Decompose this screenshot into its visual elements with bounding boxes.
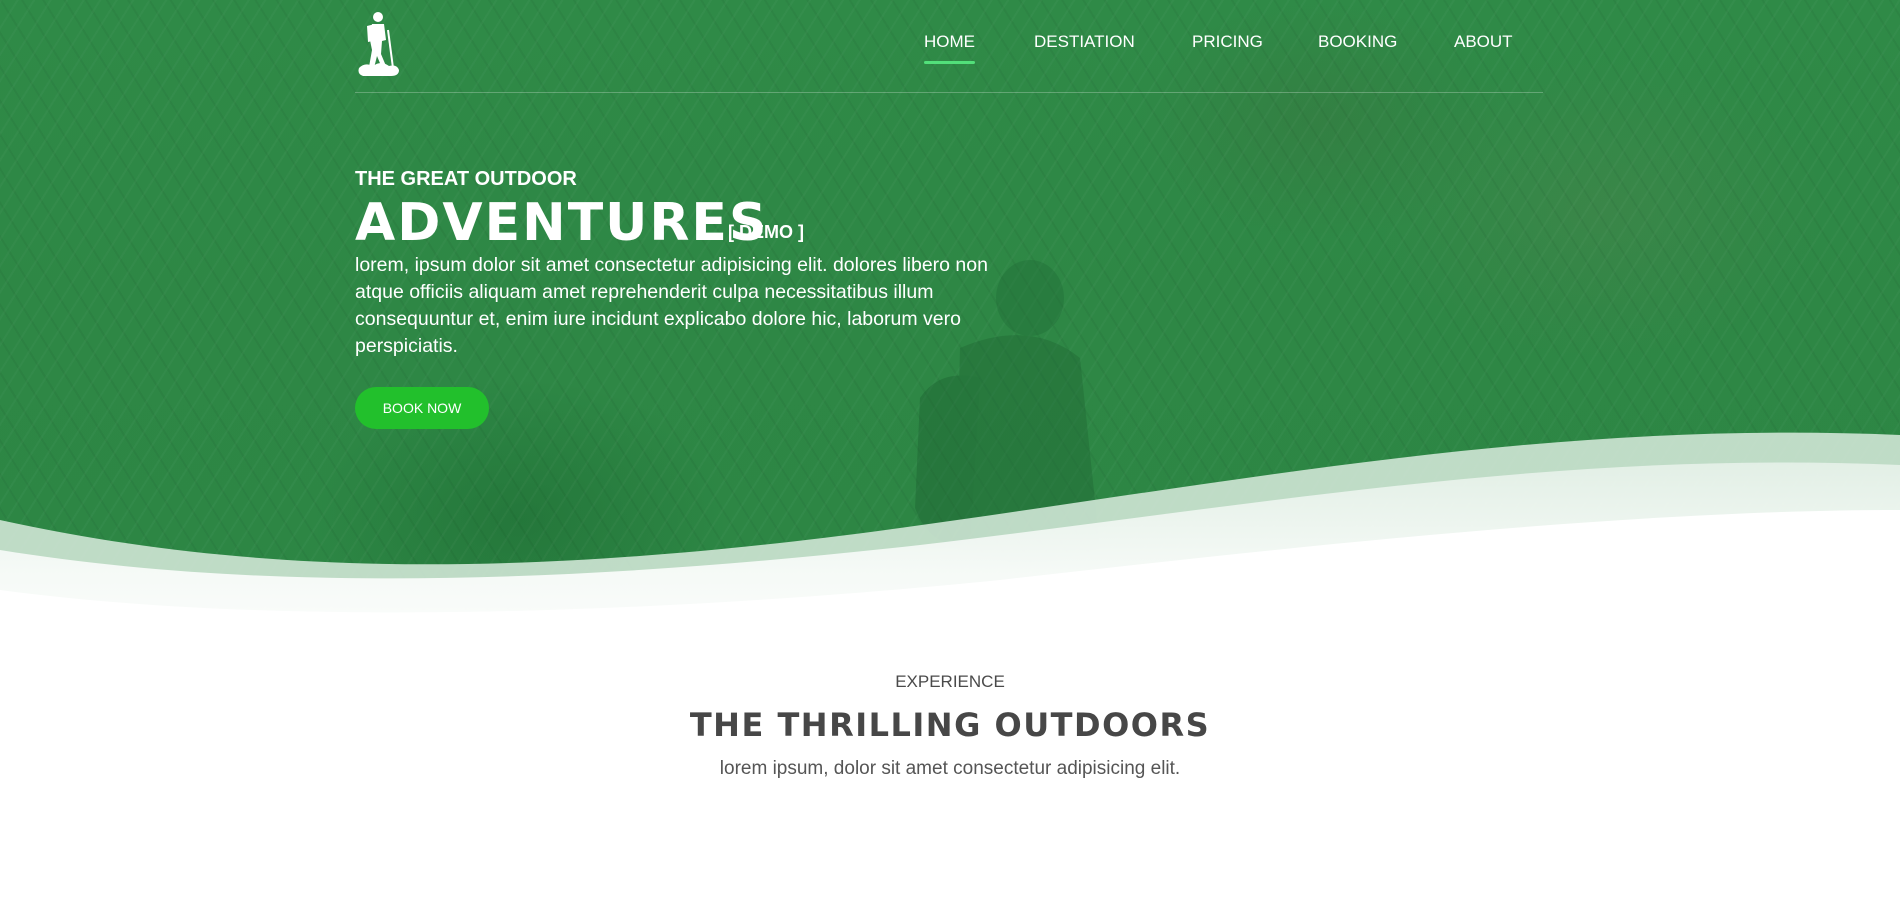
nav-item-about[interactable]: ABOUT [1454, 32, 1513, 58]
section-title: THE THRILLING OUTDOORS [689, 706, 1211, 744]
landing-page: HOME DESTIATION PRICING BOOKING ABOUT TH… [0, 0, 1900, 899]
hero-eyebrow: THE GREAT OUTDOOR [355, 168, 577, 190]
nav-item-booking[interactable]: BOOKING [1318, 32, 1397, 58]
hero-description: lorem, ipsum dolor sit amet consectetur … [355, 254, 988, 357]
nav-item-destination[interactable]: DESTIATION [1034, 32, 1135, 58]
nav-item-pricing[interactable]: PRICING [1192, 32, 1263, 58]
nav-item-home[interactable]: HOME [924, 32, 975, 64]
section-eyebrow: EXPERIENCE [895, 672, 1005, 691]
hero-demo-tag: [ DEMO ] [728, 222, 804, 242]
nav-divider [355, 92, 1543, 93]
section-description: lorem ipsum, dolor sit amet consectetur … [719, 758, 1181, 779]
main-nav: HOME DESTIATION PRICING BOOKING ABOUT [0, 22, 1900, 70]
wave-divider [0, 432, 1900, 680]
hero-title: ADVENTURES [355, 193, 769, 253]
experience-section: EXPERIENCE THE THRILLING OUTDOORS lorem … [0, 672, 1900, 780]
hero-section: HOME DESTIATION PRICING BOOKING ABOUT TH… [0, 0, 1900, 680]
